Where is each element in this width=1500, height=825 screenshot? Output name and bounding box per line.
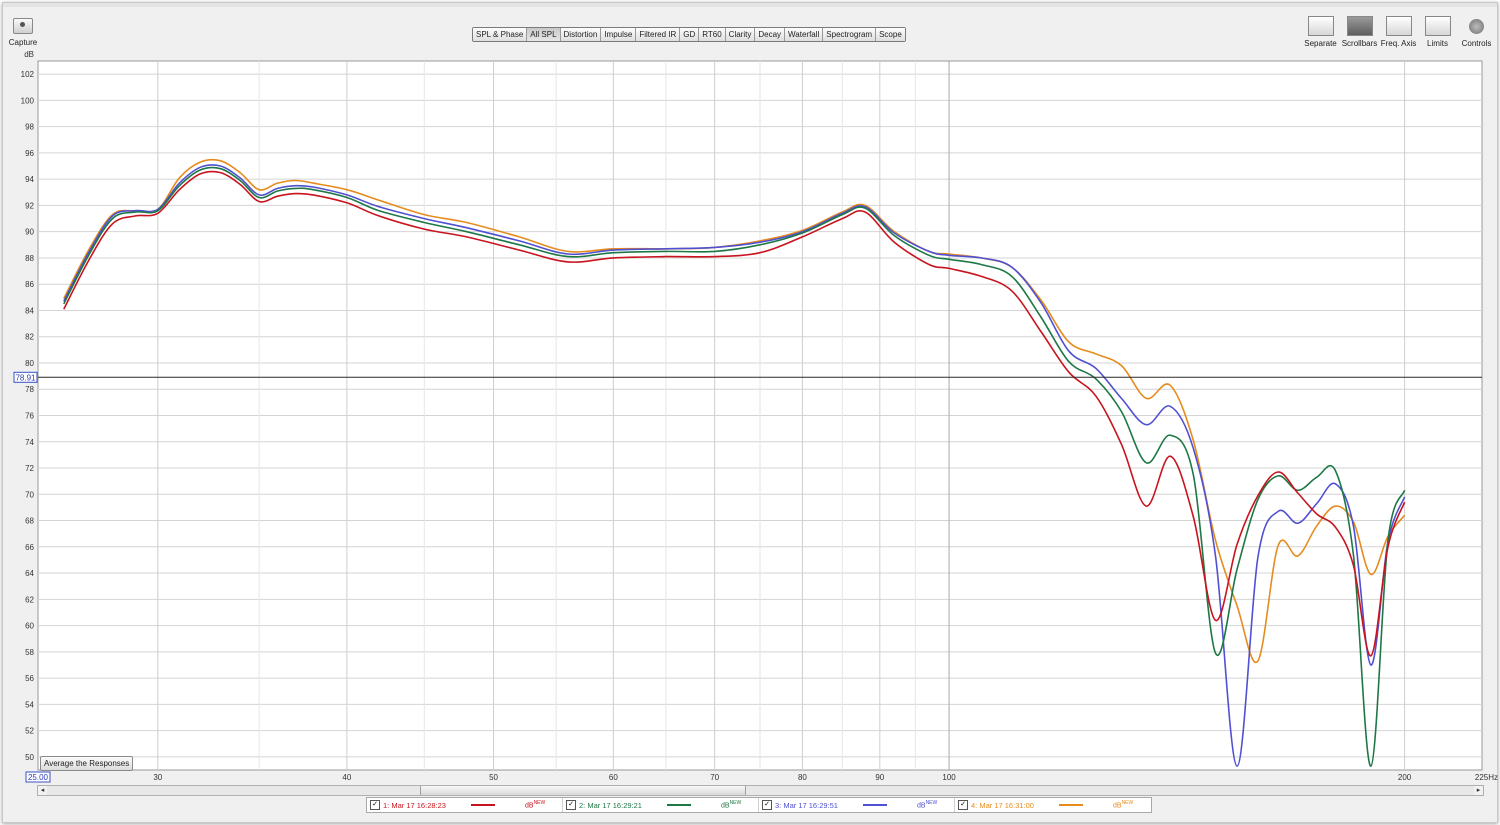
x-tick-label: 90 [875,773,884,782]
y-tick-label: 98 [25,123,34,132]
legend-swatch [667,804,691,806]
y-tick-label: 92 [25,201,34,210]
y-tick-label: 82 [25,333,34,342]
legend-swatch [863,804,887,806]
y-tick-label: 96 [25,149,34,158]
y-axis-unit: dB [24,50,34,59]
unit-text: dB [525,802,534,810]
x-start-value: 25.00 [28,773,49,782]
y-tick-label: 50 [25,753,34,762]
y-tick-label: 74 [25,438,34,447]
x-tick-label: 70 [710,773,719,782]
y-tick-label: 52 [25,727,34,736]
scroll-left-icon[interactable]: ◂ [38,786,47,795]
unit-text: dB [721,802,730,810]
y-tick-label: 78 [25,385,34,394]
y-tick-label: 62 [25,595,34,604]
visibility-checkbox[interactable]: ✓ [762,800,772,810]
x-tick-label: 80 [798,773,807,782]
visibility-checkbox[interactable]: ✓ [566,800,576,810]
legend-item: ✓ 4: Mar 17 16:31:00 dBNEW [955,798,1150,812]
y-tick-label: 102 [21,70,35,79]
unit-tag: NEW [1121,800,1134,807]
legend-label: 2: Mar 17 16:29:21 [579,800,642,810]
y-tick-label: 100 [21,96,35,105]
unit-tag: NEW [533,800,546,807]
legend-unit[interactable]: dBNEW [1113,800,1133,809]
y-tick-label: 54 [25,700,34,709]
legend-unit[interactable]: dBNEW [525,800,545,809]
x-tick-label: 200 [1398,773,1412,782]
legend-item: ✓ 2: Mar 17 16:29:21 dBNEW [563,798,759,812]
y-tick-label: 94 [25,175,34,184]
unit-text: dB [917,802,926,810]
cursor-value: 78.91 [15,373,36,382]
x-tick-label: 100 [942,773,956,782]
legend-label: 3: Mar 17 16:29:51 [775,800,838,810]
y-tick-label: 72 [25,464,34,473]
y-tick-label: 88 [25,254,34,263]
x-tick-label: 30 [153,773,162,782]
scroll-right-icon[interactable]: ▸ [1474,786,1483,795]
legend-unit[interactable]: dBNEW [721,800,741,809]
legend-unit[interactable]: dBNEW [917,800,937,809]
measurement-legend: ✓ 1: Mar 17 16:28:23 dBNEW ✓ 2: Mar 17 16:29… [366,797,1152,813]
visibility-checkbox[interactable]: ✓ [370,800,380,810]
y-tick-label: 76 [25,412,34,421]
x-tick-label: 60 [609,773,618,782]
y-tick-label: 66 [25,543,34,552]
y-tick-label: 80 [25,359,34,368]
y-tick-label: 86 [25,280,34,289]
spl-graph[interactable]: 50 52 54 56 58 60 62 64 66 68 70 72 74 76 78 80 82 84 86 88… [0,0,1500,785]
y-tick-label: 68 [25,517,34,526]
legend-item: ✓ 3: Mar 17 16:29:51 dBNEW [759,798,955,812]
legend-label: 4: Mar 17 16:31:00 [971,800,1034,810]
unit-tag: NEW [925,800,938,807]
scrollbar-thumb[interactable] [420,786,746,795]
y-tick-label: 60 [25,622,34,631]
y-tick-label: 70 [25,490,34,499]
legend-item: ✓ 1: Mar 17 16:28:23 dBNEW [367,798,563,812]
x-tick-label: 40 [342,773,351,782]
average-responses-button[interactable]: Average the Responses [40,756,134,771]
horizontal-scrollbar[interactable]: ◂ ▸ [37,785,1484,796]
y-tick-label: 64 [25,569,34,578]
visibility-checkbox[interactable]: ✓ [958,800,968,810]
legend-swatch [471,804,495,806]
unit-text: dB [1113,802,1122,810]
x-end-label: 225Hz [1475,773,1498,782]
y-tick-label: 90 [25,228,34,237]
y-tick-label: 56 [25,674,34,683]
y-tick-label: 58 [25,648,34,657]
unit-tag: NEW [729,800,742,807]
y-tick-label: 84 [25,306,34,315]
legend-swatch [1059,804,1083,806]
x-tick-label: 50 [489,773,498,782]
legend-label: 1: Mar 17 16:28:23 [383,800,446,810]
